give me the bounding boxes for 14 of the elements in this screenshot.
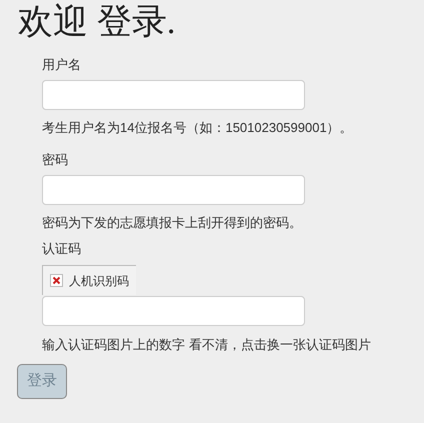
captcha-image[interactable]: 人机识别码 bbox=[42, 265, 136, 295]
field-label: 用户名 bbox=[42, 56, 81, 74]
field-label: 认证码 bbox=[42, 240, 81, 258]
page-title: 欢迎 登录. bbox=[17, 1, 176, 42]
input-field[interactable] bbox=[42, 80, 305, 110]
input-field[interactable] bbox=[42, 296, 305, 326]
hint-text: 密码为下发的志愿填报卡上刮开得到的密码。 bbox=[42, 214, 302, 232]
hint-text: 输入认证码图片上的数字 bbox=[42, 336, 185, 354]
field-label: 密码 bbox=[42, 151, 68, 169]
broken-image-icon bbox=[50, 274, 63, 287]
refresh-captcha-link[interactable]: 看不清，点击换一张认证码图片 bbox=[189, 336, 371, 354]
input-field[interactable] bbox=[42, 175, 305, 205]
image-alt-text: 人机识别码 bbox=[69, 272, 129, 290]
hint-text: 考生用户名为14位报名号（如：15010230599001）。 bbox=[42, 119, 353, 137]
